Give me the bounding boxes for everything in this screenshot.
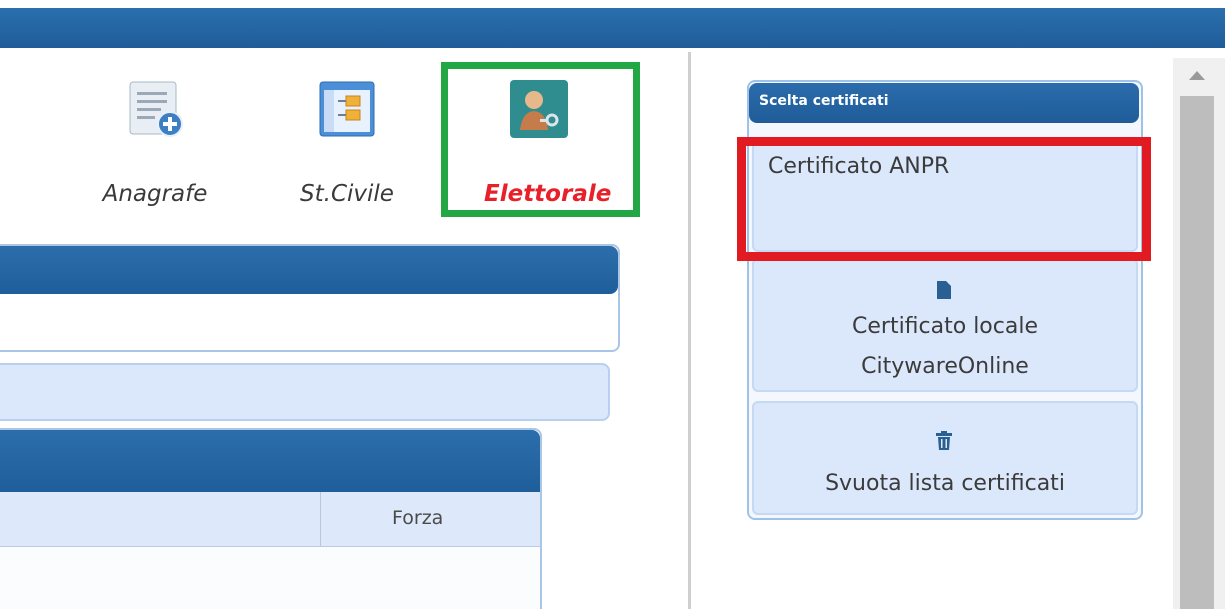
- file-icon: [937, 281, 951, 299]
- module-label: St.Civile: [300, 181, 394, 207]
- panel-title: Scelta certificati: [749, 83, 1139, 123]
- left-table: Forza: [0, 428, 542, 609]
- scrollbar-thumb[interactable]: [1180, 96, 1214, 609]
- red-highlight-box: [737, 137, 1151, 261]
- module-stato-civile[interactable]: St.Civile: [292, 78, 402, 218]
- anagrafe-add-icon: [129, 81, 183, 137]
- top-bar-strip: [0, 8, 1225, 48]
- module-anagrafe[interactable]: Anagrafe: [100, 78, 210, 218]
- certificato-locale-line1: Certificato locale: [852, 314, 1038, 339]
- trash-icon: [936, 431, 952, 450]
- top-bar: [0, 0, 1225, 50]
- panel-divider: [688, 52, 691, 609]
- green-highlight-box: [441, 62, 640, 217]
- svuota-lista-label: Svuota lista certificati: [825, 471, 1065, 496]
- module-label: Anagrafe: [102, 181, 208, 207]
- left-form-panel: [0, 244, 620, 352]
- left-filter-bar: [0, 363, 610, 421]
- left-form-panel-header: [0, 246, 618, 294]
- certificato-locale-line2: CitywareOnline: [861, 354, 1029, 379]
- column-divider: [320, 492, 321, 546]
- certificato-locale-button[interactable]: Certificato locale CitywareOnline: [752, 258, 1138, 392]
- left-table-column-headers: Forza: [0, 492, 540, 547]
- svuota-lista-button[interactable]: Svuota lista certificati: [752, 401, 1138, 515]
- scroll-up-arrow-icon[interactable]: [1185, 64, 1209, 86]
- stato-civile-window-icon: [319, 81, 375, 137]
- column-header-forza[interactable]: Forza: [392, 507, 443, 529]
- left-table-header-bar: [0, 430, 540, 492]
